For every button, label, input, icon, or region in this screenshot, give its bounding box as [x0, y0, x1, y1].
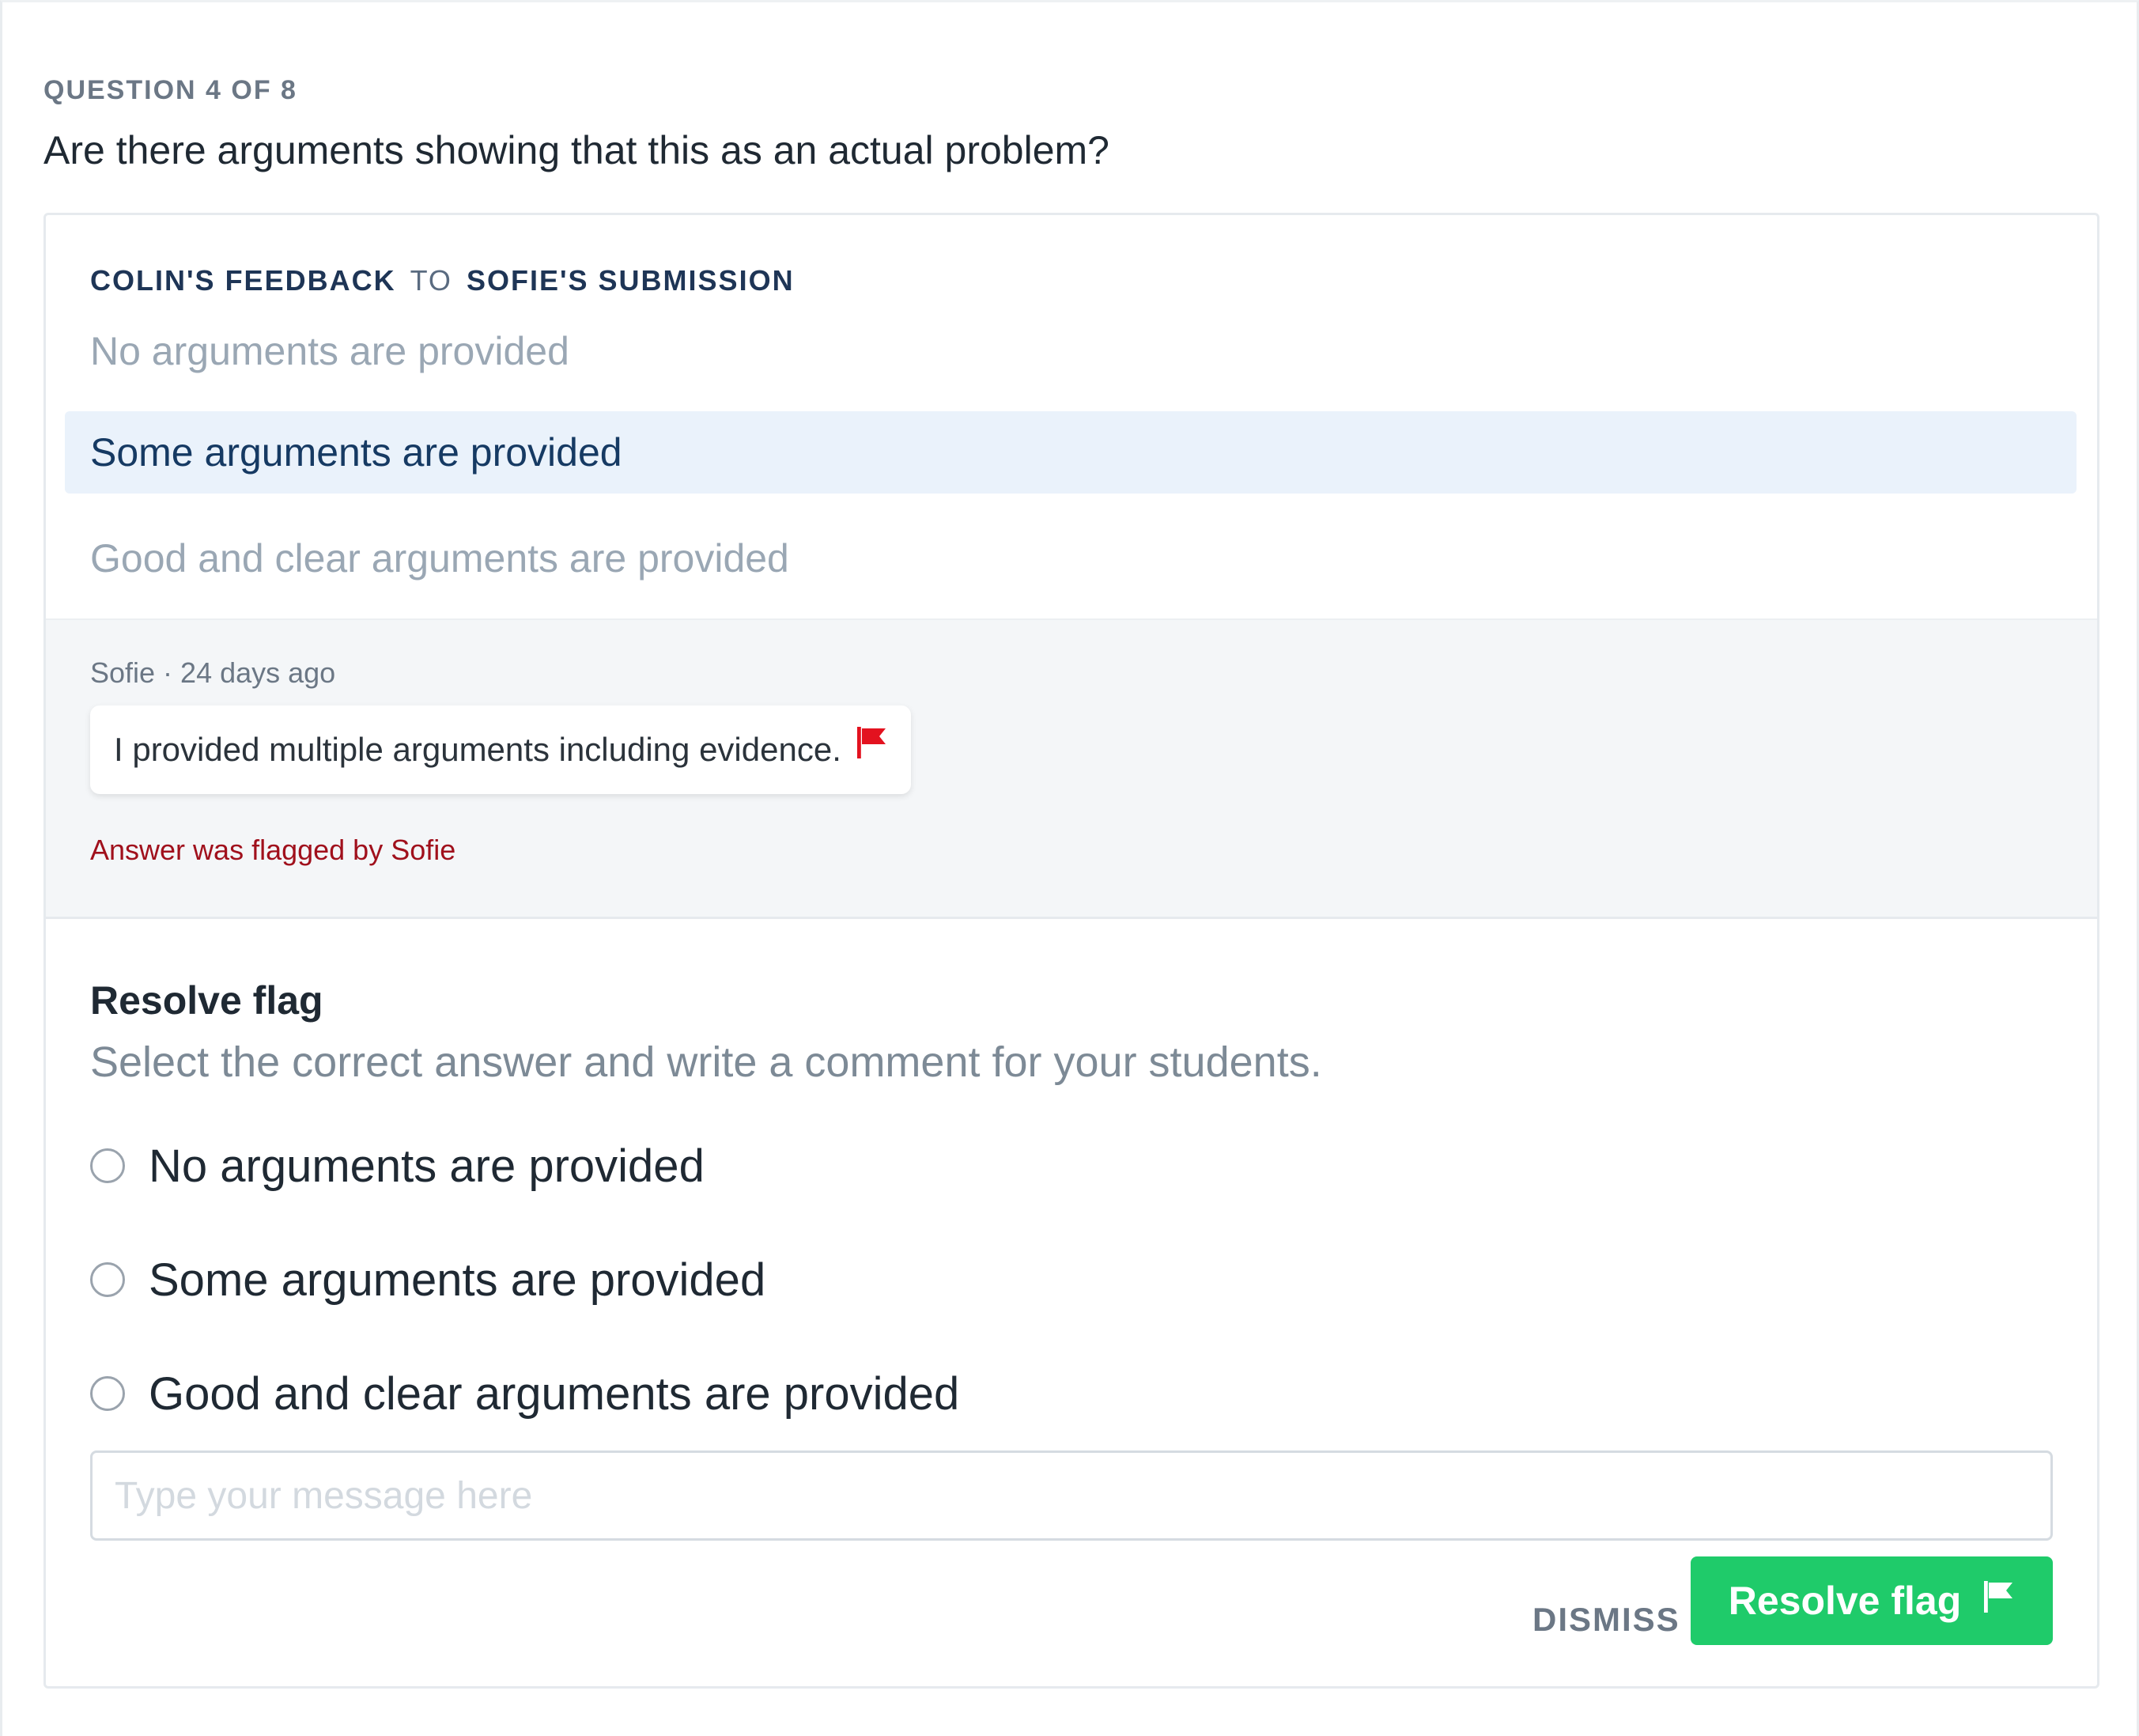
- dismiss-button[interactable]: DISMISS: [1514, 1575, 1699, 1664]
- feedback-target: SOFIE'S SUBMISSION: [466, 264, 795, 297]
- feedback-card: COLIN'S FEEDBACK TO SOFIE'S SUBMISSION N…: [43, 213, 2099, 1689]
- resolve-flag-button[interactable]: Resolve flag: [1691, 1556, 2053, 1645]
- flag-icon: [856, 705, 887, 793]
- feedback-connector: TO: [410, 264, 452, 297]
- radio-button[interactable]: [90, 1376, 125, 1411]
- comment-bubble: I provided multiple arguments including …: [90, 705, 911, 794]
- feedback-option-no: No arguments are provided: [90, 329, 569, 373]
- comment-thread: Sofie · 24 days ago I provided multiple …: [46, 618, 2097, 919]
- radio-label[interactable]: No arguments are provided: [149, 1140, 705, 1193]
- radio-button[interactable]: [90, 1262, 125, 1297]
- resolve-flag-label: Resolve flag: [1728, 1579, 1962, 1623]
- feedback-option-some-selected: Some arguments are provided: [65, 411, 2077, 494]
- radio-option-some[interactable]: Some arguments are provided: [90, 1248, 765, 1311]
- radio-label[interactable]: Some arguments are provided: [149, 1254, 765, 1307]
- radio-label[interactable]: Good and clear arguments are provided: [149, 1367, 959, 1420]
- feedback-heading: COLIN'S FEEDBACK TO SOFIE'S SUBMISSION: [90, 264, 795, 297]
- radio-button[interactable]: [90, 1148, 125, 1183]
- flag-note: Answer was flagged by Sofie: [90, 834, 456, 866]
- radio-option-no[interactable]: No arguments are provided: [90, 1134, 705, 1197]
- radio-option-good[interactable]: Good and clear arguments are provided: [90, 1362, 959, 1425]
- feedback-option-good: Good and clear arguments are provided: [90, 536, 789, 581]
- resolve-title: Resolve flag: [90, 978, 323, 1023]
- flag-icon: [1982, 1578, 2015, 1624]
- question-text: Are there arguments showing that this as…: [43, 128, 1109, 172]
- comment-meta: Sofie · 24 days ago: [90, 656, 336, 689]
- resolve-subtitle: Select the correct answer and write a co…: [90, 1038, 1322, 1086]
- comment-text: I provided multiple arguments including …: [114, 731, 841, 768]
- page: QUESTION 4 OF 8 Are there arguments show…: [0, 0, 2139, 1736]
- message-input[interactable]: [90, 1450, 2053, 1541]
- feedback-giver: COLIN'S FEEDBACK: [90, 264, 396, 297]
- question-counter: QUESTION 4 OF 8: [43, 75, 297, 105]
